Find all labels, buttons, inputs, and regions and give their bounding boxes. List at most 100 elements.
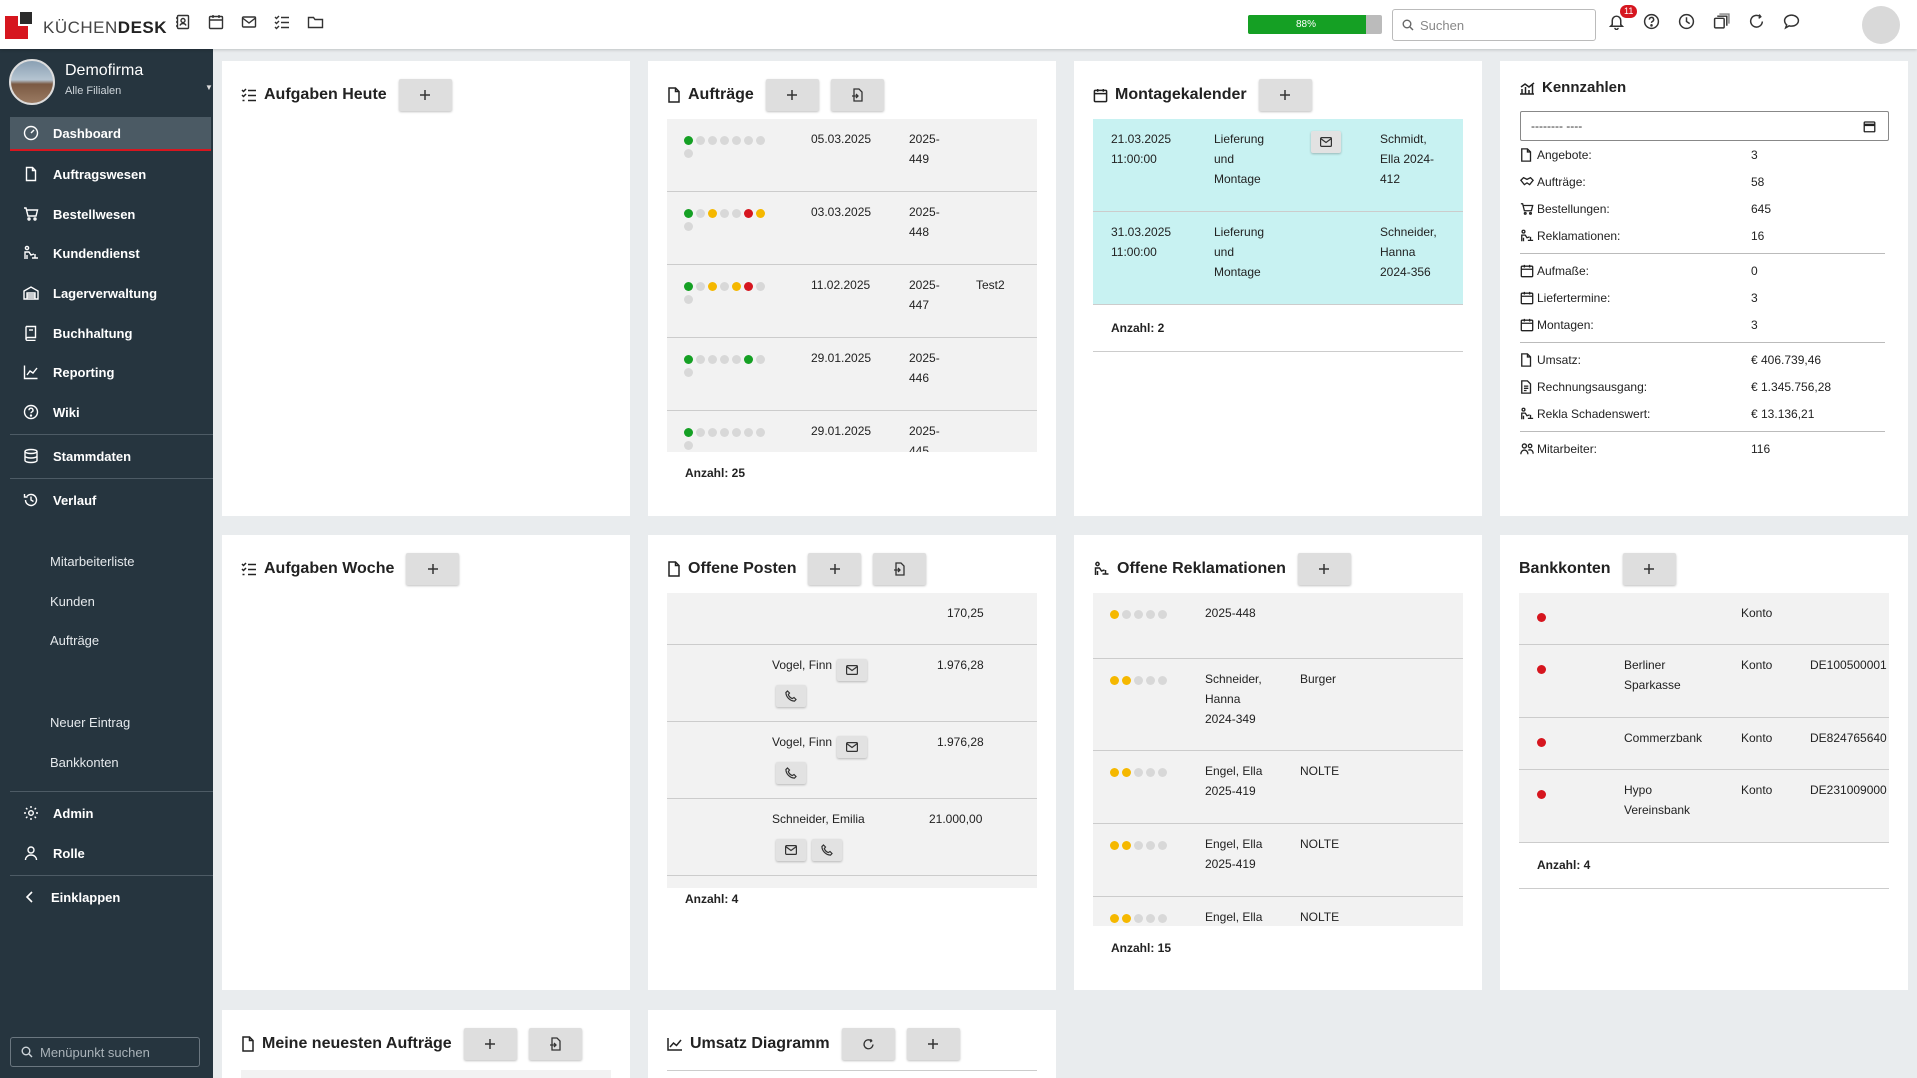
account-type: Konto [1741, 783, 1773, 797]
card-header: Aufgaben Heute [241, 79, 452, 111]
add-open-item-button[interactable] [808, 553, 862, 585]
add-order-button[interactable] [765, 79, 819, 111]
history-item-kunden[interactable]: Kunden [50, 594, 95, 609]
sidebar-item-buchhaltung[interactable]: Buchhaltung [10, 316, 211, 350]
appointment-type: Lieferung und Montage [1214, 225, 1265, 279]
table-row[interactable]: Engel, Ella 2025-419 NOLTE [1093, 751, 1463, 824]
kpi-row: Montagen: 3 [1520, 314, 1890, 336]
clock-icon[interactable] [1678, 13, 1695, 30]
table-row[interactable]: 29.01.2025 2025- 445 [667, 411, 1037, 452]
status-dot [1110, 914, 1119, 923]
calendar-icon [1520, 291, 1534, 305]
send-mail-button[interactable] [837, 659, 867, 681]
contacts-icon[interactable] [175, 14, 191, 30]
table-row[interactable]: 170,25 [667, 593, 1037, 645]
add-task-button[interactable] [398, 79, 452, 111]
status-dot [1134, 676, 1143, 685]
collapse-sidebar-button[interactable]: Einklappen [10, 880, 211, 914]
global-search[interactable] [1392, 9, 1596, 41]
invoice-icon [1521, 380, 1532, 394]
folder-icon[interactable] [307, 14, 324, 30]
import-order-button[interactable] [528, 1028, 582, 1060]
send-mail-button[interactable] [776, 839, 806, 861]
sidebar-item-label: Dashboard [53, 125, 121, 141]
sidebar-item-dashboard[interactable]: Dashboard [10, 117, 211, 151]
service-icon [24, 245, 38, 259]
mail-icon[interactable] [241, 14, 257, 30]
send-mail-button[interactable] [837, 736, 867, 758]
search-input[interactable] [1420, 17, 1580, 33]
add-order-button[interactable] [463, 1028, 517, 1060]
chat-icon[interactable] [1783, 13, 1800, 30]
card-kpis: Kennzahlen -------- ---- Angebote: 3 Auftr… [1500, 61, 1908, 516]
add-appointment-button[interactable] [1258, 79, 1312, 111]
status-dot [708, 209, 717, 218]
import-order-button[interactable] [830, 79, 884, 111]
table-row[interactable]: 2025-448 [1093, 593, 1463, 659]
table-row[interactable]: Engel, Ella 2025-419 NOLTE [1093, 824, 1463, 897]
table-row[interactable]: 29.01.2025 2025- 446 [667, 338, 1037, 411]
calendar-list: 21.03.2025 11:00:00 Lieferung und Montage S… [1093, 119, 1463, 354]
notifications-button[interactable]: 11 [1608, 5, 1638, 30]
windows-icon[interactable] [1713, 13, 1730, 30]
account-type: Konto [1741, 606, 1773, 620]
refresh-icon[interactable] [1748, 13, 1765, 30]
date-input-value: -------- ---- [1531, 119, 1583, 133]
call-button[interactable] [776, 762, 806, 784]
add-task-button[interactable] [406, 553, 460, 585]
send-mail-button[interactable] [1311, 131, 1341, 153]
table-row[interactable]: 11.02.2025 2025- 447 Test2 [667, 265, 1037, 338]
app-logo[interactable]: KÜCHENDESK [5, 10, 167, 39]
sidebar-item-auftragswesen[interactable]: Auftragswesen [10, 157, 211, 191]
sidebar-item-bestellwesen[interactable]: Bestellwesen [10, 197, 211, 231]
mail-icon [846, 742, 858, 752]
sidebar-item-lagerverwaltung[interactable]: Lagerverwaltung [10, 276, 211, 310]
table-row[interactable]: 05.03.2025 2025- 449 [667, 119, 1037, 192]
company-switcher[interactable]: Demofirma Alle Filialen ▼ [9, 59, 213, 105]
table-row[interactable]: Schneider, Emilia 21.000,00 [667, 799, 1037, 876]
history-item-mitarbeiterliste[interactable]: Mitarbeiterliste [50, 554, 135, 569]
help-icon[interactable] [1643, 13, 1660, 30]
menu-search-input[interactable] [40, 1044, 190, 1060]
table-row[interactable]: Vogel, Finn 1.976,28 [667, 645, 1037, 722]
sidebar-item-kundendienst[interactable]: Kundendienst [10, 236, 211, 270]
sidebar-item-reporting[interactable]: Reporting [10, 355, 211, 389]
shortcut-bank-accounts[interactable]: Bankkonten [50, 755, 119, 770]
task-list-icon[interactable] [274, 14, 290, 30]
status-dot [720, 209, 729, 218]
appointment-datetime: 31.03.2025 11:00:00 [1111, 225, 1172, 259]
import-open-item-button[interactable] [873, 553, 927, 585]
add-bank-account-button[interactable] [1622, 553, 1676, 585]
table-row[interactable]: Schneider, Hanna 2024-349 Burger [1093, 659, 1463, 751]
menu-search[interactable] [10, 1037, 200, 1067]
card-title: Aufgaben Woche [264, 560, 395, 577]
sidebar-item-admin[interactable]: Admin [10, 796, 211, 830]
table-row[interactable]: 21.03.2025 11:00:00 Lieferung und Montage S… [1093, 119, 1463, 212]
table-row[interactable]: Commerzbank Konto DE824765640 [1519, 718, 1889, 770]
add-complaint-button[interactable] [1297, 553, 1351, 585]
table-row[interactable]: 03.03.2025 2025- 448 [667, 192, 1037, 265]
kpi-value: € 1.345.756,28 [1751, 380, 1832, 394]
add-chart-button[interactable] [906, 1028, 960, 1060]
sidebar-item-wiki[interactable]: Wiki [10, 395, 211, 429]
call-button[interactable] [776, 685, 806, 707]
table-row[interactable]: Vogel, Finn 1.976,28 [667, 722, 1037, 799]
calendar-icon[interactable] [208, 14, 224, 30]
shortcut-new-entry[interactable]: Neuer Eintrag [50, 715, 130, 730]
refresh-chart-button[interactable] [841, 1028, 895, 1060]
sidebar-item-rolle[interactable]: Rolle [10, 836, 211, 870]
status-dot [732, 136, 741, 145]
order-number: 2025- 447 [909, 278, 940, 312]
table-row[interactable]: Hypo Vereinsbank Konto DE231009000 [1519, 770, 1889, 843]
history-item-auftraege[interactable]: Aufträge [50, 633, 99, 648]
table-row[interactable]: Konto [1519, 593, 1889, 645]
kpi-date-input[interactable]: -------- ---- [1520, 111, 1889, 141]
call-button[interactable] [812, 839, 842, 861]
user-avatar[interactable] [1862, 6, 1900, 44]
card-header: Montagekalender [1093, 79, 1312, 111]
sidebar-item-verlauf[interactable]: Verlauf [10, 483, 211, 517]
table-row[interactable]: Engel, Ella NOLTE [1093, 897, 1463, 926]
table-row[interactable]: Berliner Sparkasse Konto DE100500001 [1519, 645, 1889, 718]
table-row[interactable]: 31.03.2025 11:00:00 Lieferung und Montage S… [1093, 212, 1463, 305]
sidebar-item-stammdaten[interactable]: Stammdaten [10, 439, 211, 473]
